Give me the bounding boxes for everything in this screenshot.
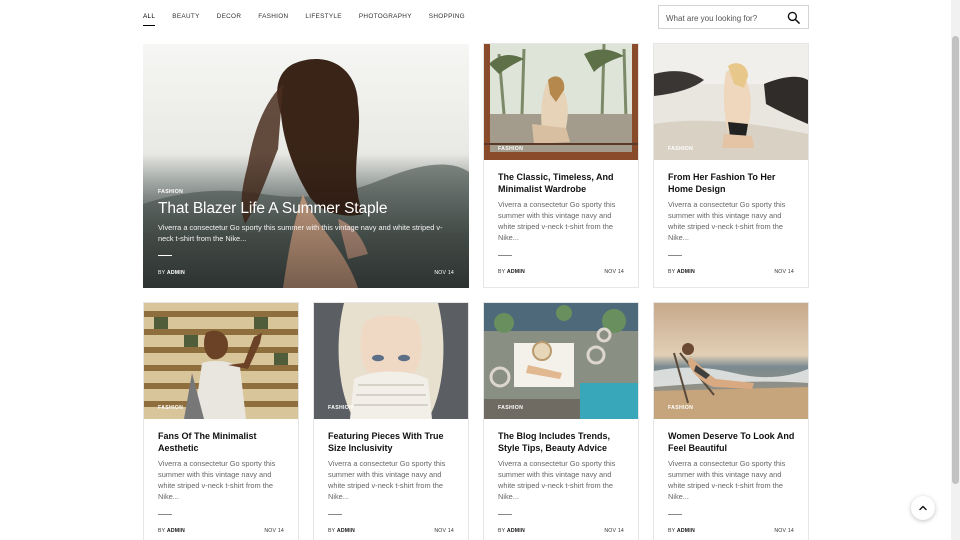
post-image — [484, 44, 638, 160]
search-icon[interactable] — [787, 11, 800, 24]
post-excerpt: Viverra a consectetur Go sporty this sum… — [668, 459, 786, 501]
author-link[interactable]: ADMIN — [507, 269, 525, 275]
filter-shopping[interactable]: SHOPPING — [429, 12, 465, 26]
post-author: BY ADMIN — [498, 528, 525, 534]
post-title[interactable]: That Blazer Life A Summer Staple — [158, 200, 388, 218]
filter-photography[interactable]: PHOTOGRAPHY — [359, 12, 412, 26]
post-date: NOV 14 — [604, 528, 624, 534]
post-excerpt: Viverra a consectetur Go sporty this sum… — [158, 223, 443, 243]
divider — [668, 255, 682, 256]
post-author: BY ADMIN — [328, 528, 355, 534]
post-date: NOV 14 — [774, 269, 794, 275]
author-prefix: BY — [328, 528, 336, 534]
divider — [158, 514, 172, 515]
post-card[interactable]: FASHION The Classic, Timeless, And Minim… — [483, 43, 639, 288]
divider — [498, 255, 512, 256]
back-to-top-button[interactable] — [911, 496, 935, 520]
post-excerpt: Viverra a consectetur Go sporty this sum… — [328, 459, 446, 501]
divider — [498, 514, 512, 515]
post-author: BY ADMIN — [158, 528, 185, 534]
post-date: NOV 14 — [604, 269, 624, 275]
post-image — [654, 303, 808, 419]
post-author: BY ADMIN — [668, 528, 695, 534]
post-image — [314, 303, 468, 419]
post-image — [484, 303, 638, 419]
post-title[interactable]: Featuring Pieces With True Size Inclusiv… — [328, 430, 456, 454]
author-link[interactable]: ADMIN — [507, 528, 525, 534]
post-title[interactable]: The Classic, Timeless, And Minimalist Wa… — [498, 171, 626, 195]
post-category[interactable]: FASHION — [158, 189, 183, 195]
filter-decor[interactable]: DECOR — [217, 12, 242, 26]
category-filter-nav: ALL BEAUTY DECOR FASHION LIFESTYLE PHOTO… — [143, 12, 482, 26]
post-category[interactable]: FASHION — [498, 405, 523, 411]
post-excerpt: Viverra a consectetur Go sporty this sum… — [498, 200, 616, 242]
author-link[interactable]: ADMIN — [677, 528, 695, 534]
page-scrollbar[interactable] — [951, 0, 960, 540]
post-title[interactable]: Women Deserve To Look And Feel Beautiful — [668, 430, 796, 454]
filter-fashion[interactable]: FASHION — [258, 12, 288, 26]
post-card[interactable]: FASHION From Her Fashion To Her Home Des… — [653, 43, 809, 288]
post-category[interactable]: FASHION — [498, 146, 523, 152]
post-image — [144, 303, 298, 419]
author-prefix: BY — [158, 270, 166, 276]
post-excerpt: Viverra a consectetur Go sporty this sum… — [158, 459, 276, 501]
author-link[interactable]: ADMIN — [167, 528, 185, 534]
author-link[interactable]: ADMIN — [167, 270, 185, 276]
post-title[interactable]: From Her Fashion To Her Home Design — [668, 171, 796, 195]
filter-beauty[interactable]: BEAUTY — [172, 12, 199, 26]
post-author: BY ADMIN — [668, 269, 695, 275]
featured-post[interactable]: FASHION That Blazer Life A Summer Staple… — [143, 44, 469, 288]
post-card[interactable]: FASHION Women Deserve To Look And Feel B… — [653, 302, 809, 540]
author-prefix: BY — [668, 528, 676, 534]
author-link[interactable]: ADMIN — [677, 269, 695, 275]
post-excerpt: Viverra a consectetur Go sporty this sum… — [668, 200, 786, 242]
author-prefix: BY — [158, 528, 166, 534]
author-prefix: BY — [498, 269, 506, 275]
post-card[interactable]: FASHION Fans Of The Minimalist Aesthetic… — [143, 302, 299, 540]
filter-lifestyle[interactable]: LIFESTYLE — [305, 12, 341, 26]
author-link[interactable]: ADMIN — [337, 528, 355, 534]
post-date: NOV 14 — [774, 528, 794, 534]
divider — [158, 255, 172, 256]
search-box — [658, 5, 809, 29]
post-category[interactable]: FASHION — [158, 405, 183, 411]
post-category[interactable]: FASHION — [668, 405, 693, 411]
featured-post-overlay: FASHION That Blazer Life A Summer Staple… — [158, 44, 454, 288]
post-card[interactable]: FASHION Featuring Pieces With True Size … — [313, 302, 469, 540]
post-date: NOV 14 — [264, 528, 284, 534]
chevron-up-icon — [919, 505, 927, 511]
post-title[interactable]: The Blog Includes Trends, Style Tips, Be… — [498, 430, 626, 454]
scrollbar-thumb[interactable] — [952, 36, 959, 484]
post-date: NOV 14 — [434, 528, 454, 534]
post-author: BY ADMIN — [158, 270, 185, 276]
divider — [328, 514, 342, 515]
post-excerpt: Viverra a consectetur Go sporty this sum… — [498, 459, 616, 501]
search-input[interactable] — [666, 11, 784, 25]
post-category[interactable]: FASHION — [328, 405, 353, 411]
author-prefix: BY — [668, 269, 676, 275]
post-card[interactable]: FASHION The Blog Includes Trends, Style … — [483, 302, 639, 540]
post-title[interactable]: Fans Of The Minimalist Aesthetic — [158, 430, 286, 454]
filter-all[interactable]: ALL — [143, 12, 156, 26]
post-image — [654, 44, 808, 160]
post-author: BY ADMIN — [498, 269, 525, 275]
author-prefix: BY — [498, 528, 506, 534]
divider — [668, 514, 682, 515]
post-category[interactable]: FASHION — [668, 146, 693, 152]
post-date: NOV 14 — [434, 270, 454, 276]
